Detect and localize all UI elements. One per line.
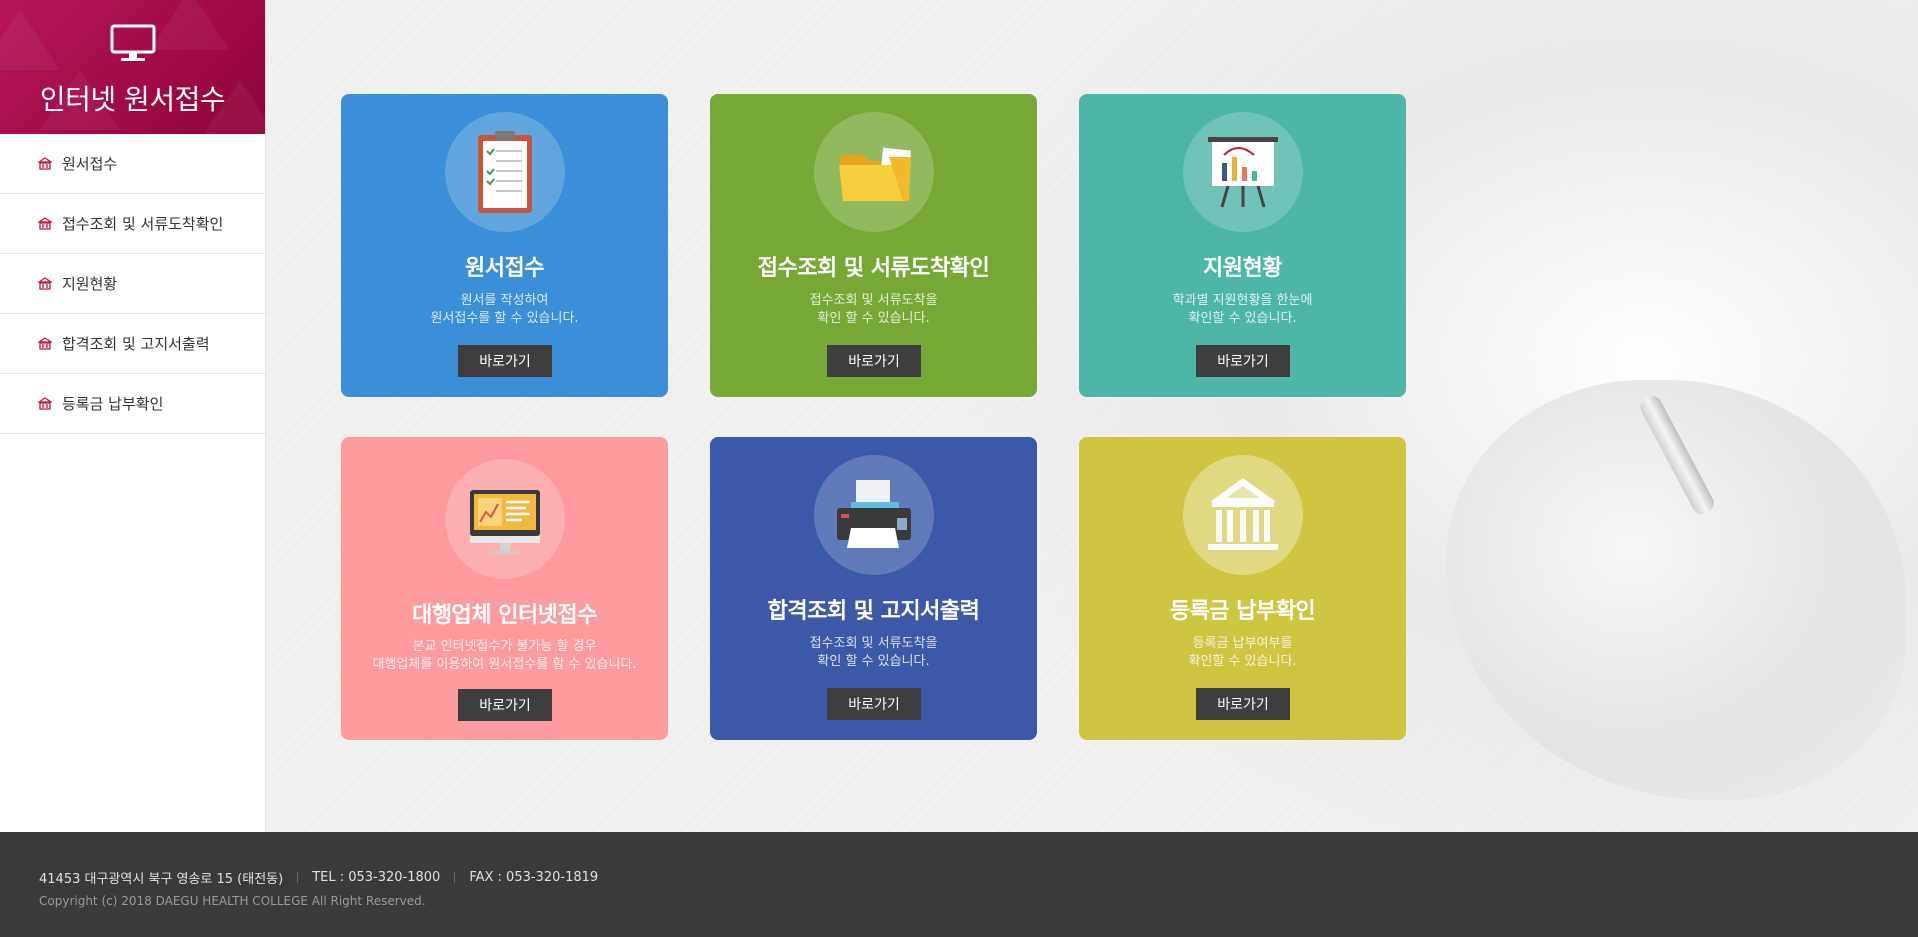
go-button[interactable]: 바로가기 [1196, 688, 1290, 720]
card-description: 등록금 납부여부를 확인할 수 있습니다. [1079, 635, 1406, 671]
sidebar-item-application[interactable]: 원서접수 [0, 134, 265, 194]
card-desc-line: 원서접수를 할 수 있습니다. [430, 311, 579, 326]
sidebar-item-tuition[interactable]: 등록금 납부확인 [0, 374, 265, 434]
card-agency: 대행업체 인터넷접수 본교 인터넷접수가 불가능 할 경우 대행업체를 이용하여… [341, 437, 668, 740]
card-tuition: 등록금 납부확인 등록금 납부여부를 확인할 수 있습니다. 바로가기 [1079, 437, 1406, 740]
card-icon-circle [814, 112, 934, 232]
footer-fax: FAX : 053-320-1819 [469, 870, 599, 885]
footer-address: 41453 대구광역시 북구 영송로 15 (태전동) [39, 872, 284, 887]
card-desc-line: 원서를 작성하여 [460, 293, 549, 308]
clipboard-icon [478, 131, 532, 213]
card-desc-line: 대행업체를 이용하여 원서접수를 할 수 있습니다. [372, 657, 637, 672]
card-title: 합격조회 및 고지서출력 [767, 599, 980, 624]
sidebar-item-label: 지원현황 [62, 275, 118, 293]
card-desc-line: 학과별 지원현황을 한눈에 [1172, 293, 1313, 308]
go-button[interactable]: 바로가기 [827, 688, 921, 720]
card-desc-line: 확인 할 수 있습니다. [817, 311, 930, 326]
building-icon [38, 396, 52, 410]
card-desc-line: 본교 인터넷접수가 불가능 할 경우 [412, 639, 597, 654]
card-desc-line: 확인 할 수 있습니다. [817, 654, 930, 669]
card-icon-circle [1183, 112, 1303, 232]
footer: 41453 대구광역시 북구 영송로 15 (태전동) TEL : 053-32… [0, 832, 1918, 937]
card-title: 지원현황 [1203, 256, 1282, 281]
card-desc-line: 접수조회 및 서류도착을 [809, 293, 938, 308]
monitor-icon [110, 24, 156, 61]
card-icon-circle [445, 459, 565, 579]
sidebar-item-lookup[interactable]: 접수조회 및 서류도착확인 [0, 194, 265, 254]
building-icon [38, 156, 52, 170]
card-description: 접수조회 및 서류도착을 확인 할 수 있습니다. [710, 635, 1037, 671]
card-title: 등록금 납부확인 [1169, 599, 1316, 624]
main-content: 원서접수 원서를 작성하여 원서접수를 할 수 있습니다. 바로가기 접수조회 … [266, 0, 1918, 832]
monitor-chart-icon [470, 490, 540, 554]
sidebar-item-label: 원서접수 [62, 155, 118, 173]
folder-icon [839, 147, 912, 201]
sidebar-item-label: 합격조회 및 고지서출력 [62, 335, 210, 353]
card-icon-circle [1183, 455, 1303, 575]
footer-divider [454, 872, 456, 883]
card-desc-line: 확인할 수 있습니다. [1188, 654, 1297, 669]
card-description: 원서를 작성하여 원서접수를 할 수 있습니다. [341, 292, 668, 328]
footer-tel: TEL : 053-320-1800 [312, 870, 441, 885]
card-title: 대행업체 인터넷접수 [412, 603, 597, 628]
footer-copyright: Copyright (c) 2018 DAEGU HEALTH COLLEGE … [39, 894, 426, 908]
card-title: 원서접수 [465, 256, 544, 281]
building-icon [38, 336, 52, 350]
sidebar: 인터넷 원서접수 원서접수 접수조회 및 서류도착확인 지원현황 합격조회 및 … [0, 0, 266, 832]
card-description: 접수조회 및 서류도착을 확인 할 수 있습니다. [710, 292, 1037, 328]
footer-contact: 41453 대구광역시 북구 영송로 15 (태전동) TEL : 053-32… [39, 868, 598, 887]
card-desc-line: 확인할 수 있습니다. [1188, 311, 1297, 326]
go-button[interactable]: 바로가기 [1196, 345, 1290, 377]
go-button[interactable]: 바로가기 [458, 345, 552, 377]
card-status: 지원현황 학과별 지원현황을 한눈에 확인할 수 있습니다. 바로가기 [1079, 94, 1406, 397]
footer-divider [297, 872, 299, 883]
building-icon [38, 216, 52, 230]
card-result: 합격조회 및 고지서출력 접수조회 및 서류도착을 확인 할 수 있습니다. 바… [710, 437, 1037, 740]
presentation-chart-icon [1208, 137, 1278, 208]
card-description: 학과별 지원현황을 한눈에 확인할 수 있습니다. [1079, 292, 1406, 328]
printer-icon [837, 480, 911, 548]
sidebar-header: 인터넷 원서접수 [0, 0, 265, 134]
card-title: 접수조회 및 서류도착확인 [757, 256, 990, 281]
card-icon-circle [814, 455, 934, 575]
bank-icon [1208, 478, 1278, 550]
card-description: 본교 인터넷접수가 불가능 할 경우 대행업체를 이용하여 원서접수를 할 수 … [341, 638, 668, 674]
card-desc-line: 접수조회 및 서류도착을 [809, 636, 938, 651]
card-application: 원서접수 원서를 작성하여 원서접수를 할 수 있습니다. 바로가기 [341, 94, 668, 397]
sidebar-item-label: 접수조회 및 서류도착확인 [62, 215, 224, 233]
sidebar-menu: 원서접수 접수조회 및 서류도착확인 지원현황 합격조회 및 고지서출력 등록금… [0, 134, 265, 434]
go-button[interactable]: 바로가기 [827, 345, 921, 377]
sidebar-item-label: 등록금 납부확인 [62, 395, 164, 413]
card-icon-circle [445, 112, 565, 232]
sidebar-item-result[interactable]: 합격조회 및 고지서출력 [0, 314, 265, 374]
go-button[interactable]: 바로가기 [458, 689, 552, 721]
card-desc-line: 등록금 납부여부를 [1192, 636, 1293, 651]
card-lookup: 접수조회 및 서류도착확인 접수조회 및 서류도착을 확인 할 수 있습니다. … [710, 94, 1037, 397]
sidebar-title: 인터넷 원서접수 [39, 83, 226, 116]
sidebar-item-status[interactable]: 지원현황 [0, 254, 265, 314]
building-icon [38, 276, 52, 290]
